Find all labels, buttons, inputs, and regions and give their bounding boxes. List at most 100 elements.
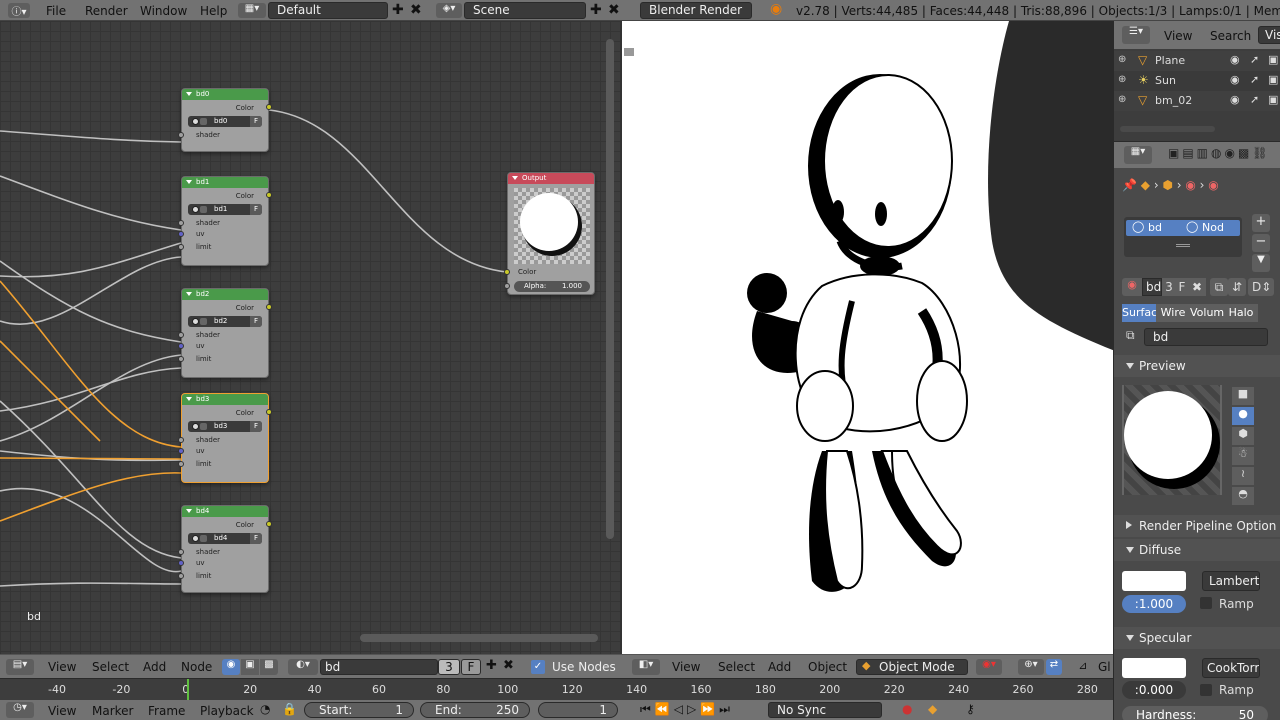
- shader-socket[interactable]: [178, 220, 184, 226]
- diffuse-ramp-checkbox[interactable]: [1200, 597, 1212, 609]
- material-slot-name[interactable]: bd: [1148, 221, 1162, 234]
- material-field[interactable]: bd2 F: [188, 316, 262, 327]
- outliner-item-plane[interactable]: ⊕ ▽ Plane ◉ ➚ ▣: [1114, 51, 1280, 71]
- uv-socket[interactable]: [178, 560, 184, 566]
- preview-panel-header[interactable]: Preview: [1114, 355, 1280, 377]
- color-output-socket[interactable]: [266, 192, 272, 198]
- end-frame-field[interactable]: End: 250: [420, 702, 530, 718]
- limit-socket[interactable]: [178, 573, 184, 579]
- new-material-icon[interactable]: ✚: [486, 658, 497, 673]
- specular-shader-select[interactable]: CookTorr: [1202, 658, 1260, 678]
- node-editor[interactable]: bd0 Color bd0 F shader bd1 Color bd1 F sha…: [0, 21, 620, 654]
- preview-type-buttons[interactable]: ■ ● ⬢ ☃ ≀ ◓: [1232, 387, 1254, 507]
- outliner-display-select[interactable]: Vis: [1258, 26, 1280, 44]
- material-browse-icon[interactable]: ◉: [1122, 278, 1142, 296]
- menu-help[interactable]: Help: [200, 4, 227, 18]
- lock-icon[interactable]: 🔒: [282, 702, 297, 716]
- horizontal-scrollbar[interactable]: [360, 634, 598, 642]
- current-frame-field[interactable]: 1: [538, 702, 618, 718]
- properties-editor[interactable]: ▦▾ ▣▤▥◍◉▩⛓ 📌 ◆ › ⬢ › ◉ › ◉ ◯ bd ◯ Nod + …: [1113, 141, 1280, 720]
- color-output-socket[interactable]: [266, 521, 272, 527]
- menu-window[interactable]: Window: [140, 4, 187, 18]
- alpha-field[interactable]: Alpha: 1.000: [504, 281, 590, 292]
- outliner-item-sun[interactable]: ⊕ ☀ Sun ◉ ➚ ▣: [1114, 71, 1280, 91]
- material-tab-surfac[interactable]: Surfac: [1122, 304, 1156, 322]
- screen-layout-icon[interactable]: ▦▾: [238, 3, 266, 18]
- material-tab-volum[interactable]: Volum: [1190, 304, 1224, 322]
- paste-icon[interactable]: ⇵: [1228, 278, 1246, 296]
- node-output[interactable]: Output Color Alpha: 1.000: [504, 172, 595, 295]
- layout-field[interactable]: Default: [268, 2, 388, 19]
- add-layout-icon[interactable]: ✚: [392, 2, 404, 18]
- menu-file[interactable]: File: [46, 4, 66, 18]
- material-name-field[interactable]: bd: [320, 659, 438, 675]
- editor-type-icon[interactable]: ▦▾: [1124, 146, 1152, 164]
- fake-user-button[interactable]: F: [250, 116, 262, 127]
- color-output-socket[interactable]: [266, 304, 272, 310]
- timeline-ruler[interactable]: -40 -20 0 20 40 60 80 100 120 140 160 180 200 220 240 2…: [0, 678, 1113, 701]
- node-bd2[interactable]: bd2 Color bd2 F shader uv limit: [178, 288, 272, 378]
- timeline-menu-frame[interactable]: Frame: [148, 704, 185, 718]
- preview-hair-icon[interactable]: ≀: [1232, 467, 1254, 485]
- use-nodes-checkbox[interactable]: ✓: [531, 660, 545, 674]
- start-frame-field[interactable]: Start: 1: [304, 702, 414, 718]
- diffuse-panel-header[interactable]: Diffuse: [1114, 539, 1280, 561]
- material-name-field[interactable]: bd: [1142, 278, 1162, 296]
- editor-type-icon[interactable]: ◧▾: [632, 659, 660, 675]
- keying-set-icon[interactable]: ⚷: [966, 702, 975, 716]
- diffuse-color-swatch[interactable]: [1122, 571, 1186, 591]
- outliner-menu-view[interactable]: View: [1164, 29, 1192, 43]
- slot-specials-icon[interactable]: ▼: [1252, 254, 1270, 272]
- sync-select[interactable]: No Sync: [768, 702, 882, 718]
- render-icon[interactable]: ▣: [1268, 93, 1278, 106]
- copy-icon[interactable]: ⧉: [1210, 278, 1228, 296]
- vertical-scrollbar[interactable]: [606, 39, 614, 539]
- expand-icon[interactable]: ⊕: [1118, 94, 1126, 105]
- node-bd3[interactable]: bd3 Color bd3 F shader uv limit: [178, 393, 272, 483]
- outliner-scrollbar[interactable]: [1120, 126, 1215, 132]
- record-icon[interactable]: ●: [902, 702, 912, 716]
- visibility-icon[interactable]: ◉: [1230, 73, 1240, 86]
- viewport-shading-icon[interactable]: ◉▾: [976, 659, 1002, 675]
- timeline-menu-marker[interactable]: Marker: [92, 704, 133, 718]
- fake-user-button[interactable]: F: [250, 421, 262, 432]
- remove-slot-icon[interactable]: −: [1252, 234, 1270, 252]
- manipulator-icon[interactable]: ⇄: [1046, 659, 1062, 675]
- material-users-count[interactable]: 3: [1162, 278, 1176, 296]
- time-icon[interactable]: ◔: [260, 702, 270, 716]
- fake-user-button[interactable]: F: [250, 204, 262, 215]
- timeline-menu-playback[interactable]: Playback: [200, 704, 254, 718]
- color-output-socket[interactable]: [266, 409, 272, 415]
- expand-icon[interactable]: ⊕: [1118, 54, 1126, 65]
- limit-socket[interactable]: [178, 356, 184, 362]
- node-menu-node[interactable]: Node: [181, 660, 212, 674]
- specular-ramp-checkbox[interactable]: [1200, 684, 1212, 696]
- object-mode-select[interactable]: Object Mode: [856, 659, 968, 675]
- data-link-select[interactable]: D⇕: [1248, 278, 1274, 296]
- context-tab-icons[interactable]: ▣▤▥◍◉▩⛓: [1168, 146, 1271, 160]
- render-engine-select[interactable]: Blender Render: [640, 2, 752, 19]
- close-layout-icon[interactable]: ✖: [410, 2, 422, 18]
- material-field[interactable]: bd3 F: [188, 421, 262, 432]
- fake-user-button[interactable]: F: [250, 316, 262, 327]
- render-icon[interactable]: ▣: [1268, 73, 1278, 86]
- render-viewport[interactable]: [620, 21, 1113, 654]
- add-scene-icon[interactable]: ✚: [590, 2, 602, 18]
- preview-cube-icon[interactable]: ⬢: [1232, 427, 1254, 445]
- node-menu-add[interactable]: Add: [143, 660, 166, 674]
- preview-sphere-icon[interactable]: ●: [1232, 407, 1254, 425]
- shader-socket[interactable]: [178, 549, 184, 555]
- specular-intensity-field[interactable]: :0.000: [1122, 681, 1186, 699]
- view3d-menu-view[interactable]: View: [672, 660, 700, 674]
- diffuse-shader-select[interactable]: Lambert: [1202, 571, 1260, 591]
- scene-icon[interactable]: ◈▾: [436, 3, 462, 18]
- node-bd4[interactable]: bd4 Color bd4 F shader uv limit: [178, 505, 272, 593]
- material-field[interactable]: bd0 F: [188, 116, 262, 127]
- selectability-icon[interactable]: ➚: [1250, 73, 1259, 86]
- specular-panel-header[interactable]: Specular: [1114, 627, 1280, 649]
- fake-user-button[interactable]: F: [250, 533, 262, 544]
- outliner[interactable]: ☰▾ View Search Vis ⊕ ▽ Plane ◉ ➚ ▣ ⊕ ☀ Sun ◉ ➚ ▣ ⊕ ▽ b…: [1113, 21, 1280, 141]
- uv-socket[interactable]: [178, 231, 184, 237]
- material-tab-halo[interactable]: Halo: [1224, 304, 1258, 322]
- node-bd1[interactable]: bd1 Color bd1 F shader uv limit: [178, 176, 272, 266]
